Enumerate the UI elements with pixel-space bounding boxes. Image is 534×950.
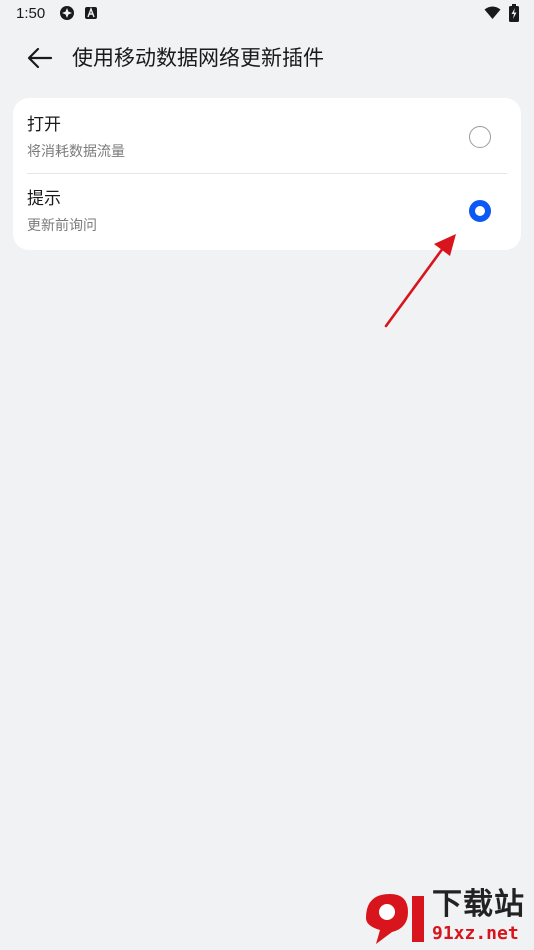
radio-button-open[interactable] [469,126,491,148]
annotation-arrow-icon [384,234,456,328]
watermark: 下载站 91xz.net [362,886,534,948]
header: 使用移动数据网络更新插件 [0,40,534,76]
watermark-url: 91xz.net [432,923,519,944]
accessibility-a-icon [85,7,97,19]
radio-button-prompt[interactable] [469,200,491,222]
vpn-icon [60,6,74,20]
option-subtitle: 将消耗数据流量 [27,144,125,160]
watermark-brand: 下载站 [432,887,525,922]
back-button[interactable] [24,44,56,72]
wifi-icon [484,6,501,19]
option-title: 提示 [27,189,61,209]
battery-charging-icon [509,4,519,22]
option-open[interactable]: 打开 将消耗数据流量 [13,100,521,174]
option-title: 打开 [27,115,61,135]
status-bar: 1:50 [0,0,534,28]
arrow-left-icon [27,47,53,69]
status-time: 1:50 [16,5,46,22]
watermark-logo-icon [366,894,424,944]
page-title: 使用移动数据网络更新插件 [72,46,324,70]
options-card: 打开 将消耗数据流量 提示 更新前询问 [13,98,521,250]
option-subtitle: 更新前询问 [27,218,97,234]
